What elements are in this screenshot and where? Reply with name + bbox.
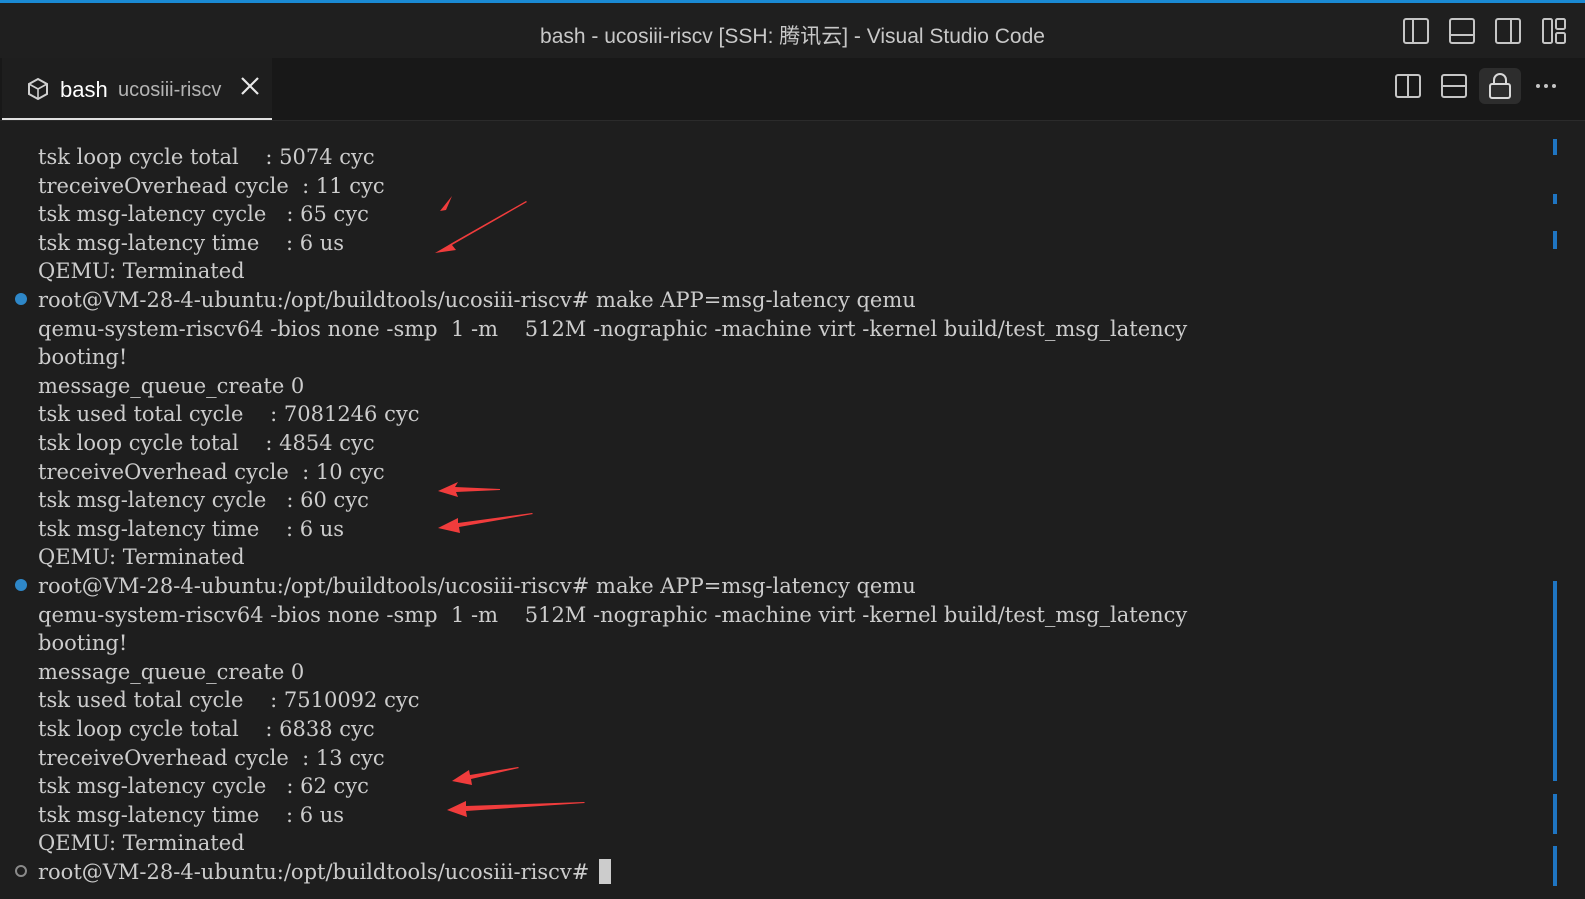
terminal-line-text: treceiveOverhead cycle : 10 cyc	[38, 459, 385, 484]
window-title: bash - ucosiii-riscv [SSH: 腾讯云] - Visual…	[540, 25, 1045, 48]
terminal-line-text: treceiveOverhead cycle : 11 cyc	[38, 173, 385, 198]
terminal-output-line: tsk used total cycle : 7510092 cyc	[38, 686, 419, 714]
terminal-output-line: booting!	[38, 343, 127, 371]
terminal-output-line: tsk msg-latency time : 6 us	[38, 515, 344, 543]
editor-actions	[1387, 68, 1567, 104]
scrollbar-marker	[1553, 846, 1557, 886]
terminal-line-text: tsk msg-latency time : 6 us	[38, 802, 345, 827]
terminal-prompt-line: root@VM-28-4-ubuntu:/opt/buildtools/ucos…	[38, 572, 916, 600]
terminal-output-line: qemu-system-riscv64 -bios none -smp 1 -m…	[38, 601, 1187, 629]
command-decoration-icon[interactable]	[15, 865, 27, 877]
terminal-line-text: tsk msg-latency cycle : 60 cyc	[38, 488, 369, 513]
terminal-output-line: treceiveOverhead cycle : 10 cyc	[38, 458, 385, 486]
tab-bash[interactable]: bash ucosiii-riscv	[2, 58, 272, 120]
terminal-output-line: tsk loop cycle total : 4854 cyc	[38, 429, 375, 457]
terminal-output-line: qemu-system-riscv64 -bios none -smp 1 -m…	[38, 315, 1187, 343]
terminal-output-line: tsk loop cycle total : 5074 cyc	[38, 143, 375, 171]
scrollbar-marker	[1553, 194, 1557, 204]
terminal-line-text: root@VM-28-4-ubuntu:/opt/buildtools/ucos…	[38, 288, 916, 312]
customize-layout-icon[interactable]	[1531, 15, 1577, 47]
toggle-primary-sidebar-icon[interactable]	[1393, 15, 1439, 47]
title-bar: bash - ucosiii-riscv [SSH: 腾讯云] - Visual…	[0, 3, 1585, 58]
terminal-line-text: root@VM-28-4-ubuntu:/opt/buildtools/ucos…	[38, 860, 590, 884]
terminal-line-text: message_queue_create 0	[38, 659, 305, 684]
terminal-output-line: QEMU: Terminated	[38, 257, 245, 285]
terminal-line-text: tsk msg-latency cycle : 65 cyc	[38, 202, 369, 227]
terminal-output-line: tsk used total cycle : 7081246 cyc	[38, 400, 419, 428]
terminal-line-text: tsk msg-latency time : 6 us	[38, 516, 345, 541]
terminal-line-text: booting!	[38, 631, 128, 656]
terminal-line-text: tsk loop cycle total : 6838 cyc	[38, 717, 375, 741]
command-decoration-icon[interactable]	[15, 579, 27, 591]
close-icon[interactable]	[238, 74, 262, 98]
terminal-line-text: booting!	[38, 345, 128, 370]
terminal-output-line: message_queue_create 0	[38, 658, 304, 686]
terminal-line-text: tsk loop cycle total : 5074 cyc	[38, 145, 375, 169]
terminal-output-line: QEMU: Terminated	[38, 829, 245, 857]
terminal-output-line: tsk loop cycle total : 6838 cyc	[38, 715, 375, 743]
toggle-secondary-sidebar-icon[interactable]	[1485, 15, 1531, 47]
split-editor-down-icon[interactable]	[1433, 68, 1475, 104]
terminal-line-text: treceiveOverhead cycle : 13 cyc	[38, 745, 385, 770]
terminal-line-text: root@VM-28-4-ubuntu:/opt/buildtools/ucos…	[38, 574, 916, 598]
layout-controls	[1393, 15, 1577, 47]
terminal-output-line: tsk msg-latency time : 6 us	[38, 801, 344, 829]
terminal-output-line: treceiveOverhead cycle : 13 cyc	[38, 744, 385, 772]
terminal-line-text: tsk used total cycle : 7510092 cyc	[38, 688, 420, 713]
tab-description: ucosiii-riscv	[118, 79, 222, 101]
toggle-panel-icon[interactable]	[1439, 15, 1485, 47]
terminal-line-text: tsk loop cycle total : 4854 cyc	[38, 431, 375, 455]
command-decoration-icon[interactable]	[15, 293, 27, 305]
terminal-line-text: QEMU: Terminated	[38, 545, 245, 570]
terminal-line-text: QEMU: Terminated	[38, 259, 245, 284]
terminal-panel[interactable]: tsk loop cycle total : 5074 cyc treceiveO…	[0, 121, 1585, 899]
editor-tab-bar: bash ucosiii-riscv	[0, 58, 1585, 121]
terminal-output-line: tsk msg-latency cycle : 62 cyc	[38, 772, 369, 800]
terminal-output-line: tsk msg-latency time : 6 us	[38, 229, 344, 257]
more-actions-icon[interactable]	[1525, 68, 1567, 104]
terminal-output-line: treceiveOverhead cycle : 11 cyc	[38, 172, 385, 200]
terminal-cursor	[599, 859, 612, 884]
split-editor-right-icon[interactable]	[1387, 68, 1429, 104]
scrollbar-marker	[1553, 139, 1557, 155]
terminal-prompt-line: root@VM-28-4-ubuntu:/opt/buildtools/ucos…	[38, 858, 612, 886]
terminal-output-line: QEMU: Terminated	[38, 543, 245, 571]
terminal-line-text: QEMU: Terminated	[38, 831, 245, 856]
scrollbar-thumb[interactable]	[1553, 581, 1557, 781]
terminal-prompt-line: root@VM-28-4-ubuntu:/opt/buildtools/ucos…	[38, 286, 916, 314]
terminal-output-line: message_queue_create 0	[38, 372, 304, 400]
terminal-line-text: qemu-system-riscv64 -bios none -smp 1 -m…	[38, 602, 1188, 627]
tab-label: bash	[60, 77, 108, 102]
scrollbar-marker	[1553, 794, 1557, 834]
terminal-line-text: tsk used total cycle : 7081246 cyc	[38, 402, 420, 427]
lock-icon[interactable]	[1479, 68, 1521, 104]
terminal-line-text: message_queue_create 0	[38, 373, 305, 398]
terminal-shell-icon	[26, 77, 50, 101]
terminal-output-line: tsk msg-latency cycle : 60 cyc	[38, 486, 369, 514]
scrollbar-marker	[1553, 231, 1557, 249]
terminal-output-line: tsk msg-latency cycle : 65 cyc	[38, 200, 369, 228]
terminal-line-text: qemu-system-riscv64 -bios none -smp 1 -m…	[38, 316, 1188, 341]
terminal-output-line: booting!	[38, 629, 127, 657]
terminal-line-text: tsk msg-latency cycle : 62 cyc	[38, 774, 369, 799]
terminal-line-text: tsk msg-latency time : 6 us	[38, 230, 345, 255]
